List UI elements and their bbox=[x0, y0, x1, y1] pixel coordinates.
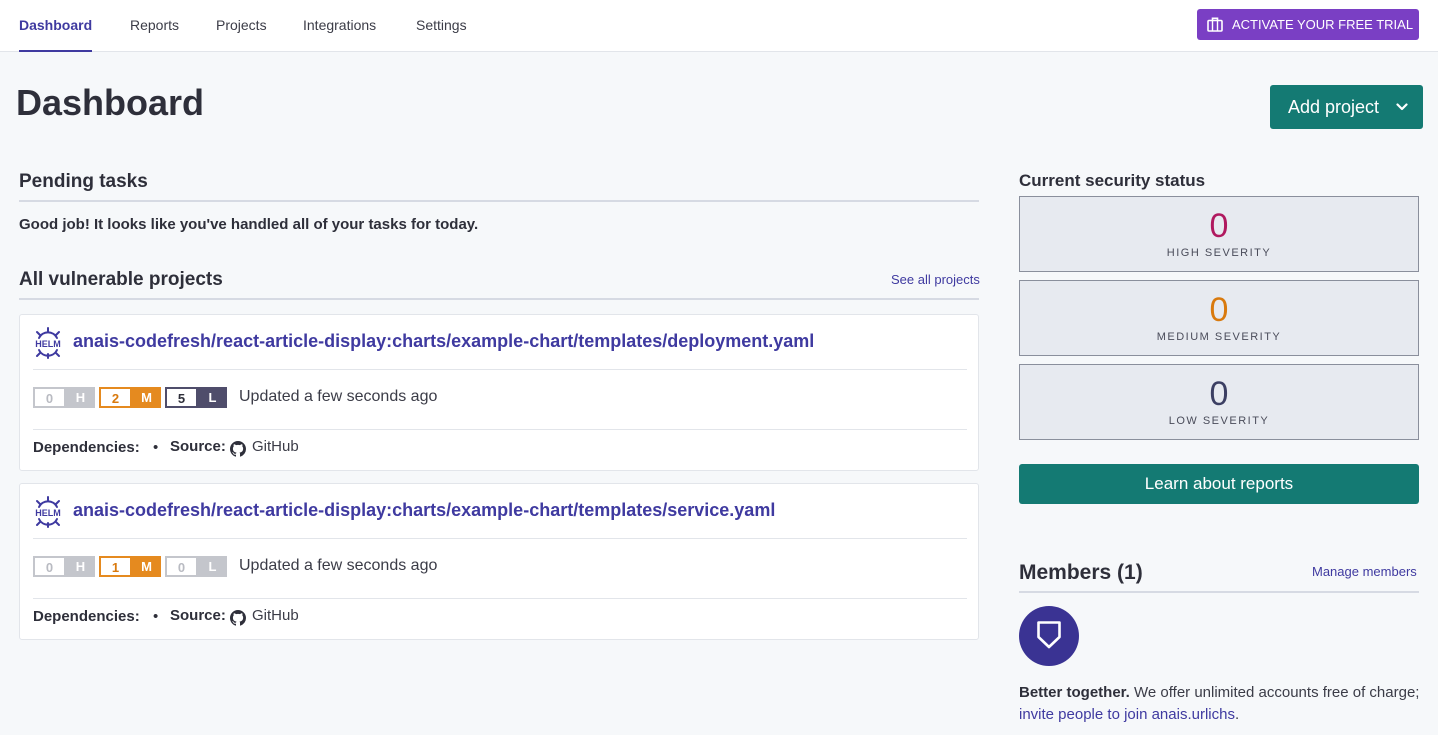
project-card: HELM anais-codefresh/react-article-displ… bbox=[19, 483, 979, 640]
card-divider bbox=[33, 429, 967, 430]
tab-integrations[interactable]: Integrations bbox=[303, 0, 376, 52]
activate-trial-label: ACTIVATE YOUR FREE TRIAL bbox=[1232, 17, 1414, 32]
medium-severity-value: 0 bbox=[1209, 291, 1229, 329]
project-link[interactable]: anais-codefresh/react-article-display:ch… bbox=[73, 331, 814, 352]
vulnerable-divider bbox=[19, 298, 979, 300]
see-all-projects-link[interactable]: See all projects bbox=[891, 272, 980, 287]
high-severity-count: 0 H bbox=[33, 387, 95, 408]
medium-count: 1 bbox=[99, 556, 132, 577]
source-value: GitHub bbox=[252, 438, 299, 455]
invite-people-link[interactable]: invite people to join anais.urlichs bbox=[1019, 706, 1235, 723]
page-title: Dashboard bbox=[16, 82, 205, 123]
github-icon bbox=[230, 610, 246, 626]
card-divider bbox=[33, 598, 967, 599]
pending-tasks-heading: Pending tasks bbox=[19, 171, 148, 192]
helm-icon: HELM bbox=[35, 327, 61, 359]
top-navigation: Dashboard Reports Projects Integrations … bbox=[0, 0, 1438, 52]
updated-timestamp: Updated a few seconds ago bbox=[239, 388, 438, 405]
medium-letter: M bbox=[132, 387, 161, 408]
avatar[interactable] bbox=[1019, 606, 1079, 666]
pending-tasks-message: Good job! It looks like you've handled a… bbox=[19, 216, 479, 233]
dependencies-label: Dependencies: bbox=[33, 439, 140, 456]
pending-divider bbox=[19, 200, 979, 202]
chevron-down-icon bbox=[1396, 103, 1408, 111]
source-label: Source: bbox=[170, 438, 226, 455]
updated-timestamp: Updated a few seconds ago bbox=[239, 557, 438, 574]
high-severity-box[interactable]: 0 HIGH SEVERITY bbox=[1019, 196, 1419, 272]
low-count: 0 bbox=[165, 556, 198, 577]
low-severity-box[interactable]: 0 LOW SEVERITY bbox=[1019, 364, 1419, 440]
medium-severity-count: 1 M bbox=[99, 556, 161, 577]
low-severity-count: 0 L bbox=[165, 556, 227, 577]
high-letter: H bbox=[66, 556, 95, 577]
high-count: 0 bbox=[33, 556, 66, 577]
high-severity-label: HIGH SEVERITY bbox=[1166, 247, 1272, 259]
medium-severity-count: 2 M bbox=[99, 387, 161, 408]
high-count: 0 bbox=[33, 387, 66, 408]
low-severity-label: LOW SEVERITY bbox=[1168, 415, 1270, 427]
dependencies-label: Dependencies: bbox=[33, 608, 140, 625]
github-icon bbox=[230, 441, 246, 457]
project-card: HELM anais-codefresh/react-article-displ… bbox=[19, 314, 979, 471]
low-letter: L bbox=[198, 387, 227, 408]
medium-severity-box[interactable]: 0 MEDIUM SEVERITY bbox=[1019, 280, 1419, 356]
tab-settings[interactable]: Settings bbox=[416, 0, 467, 52]
high-severity-count: 0 H bbox=[33, 556, 95, 577]
low-count: 5 bbox=[165, 387, 198, 408]
medium-letter: M bbox=[132, 556, 161, 577]
card-divider bbox=[33, 538, 967, 539]
project-link[interactable]: anais-codefresh/react-article-display:ch… bbox=[73, 500, 775, 521]
members-message: Better together. We offer unlimited acco… bbox=[1019, 682, 1429, 726]
helm-icon: HELM bbox=[35, 496, 61, 528]
source-label: Source: bbox=[170, 607, 226, 624]
activate-trial-button[interactable]: ACTIVATE YOUR FREE TRIAL bbox=[1197, 9, 1419, 40]
add-project-label: Add project bbox=[1288, 97, 1380, 117]
high-severity-value: 0 bbox=[1209, 207, 1229, 245]
message-end: . bbox=[1234, 706, 1240, 723]
svg-text:HELM: HELM bbox=[35, 508, 61, 518]
shield-icon bbox=[1037, 621, 1061, 649]
add-project-button[interactable]: Add project bbox=[1270, 85, 1423, 129]
tab-dashboard[interactable]: Dashboard bbox=[19, 0, 93, 52]
low-severity-value: 0 bbox=[1209, 375, 1229, 413]
low-letter: L bbox=[198, 556, 227, 577]
separator-dot: • bbox=[153, 608, 159, 625]
low-severity-count: 5 L bbox=[165, 387, 227, 408]
tab-projects[interactable]: Projects bbox=[216, 0, 267, 52]
members-heading: Members (1) bbox=[1019, 561, 1143, 584]
security-status-heading: Current security status bbox=[1019, 171, 1206, 190]
separator-dot: • bbox=[153, 439, 159, 456]
better-together-text: We offer unlimited accounts free of char… bbox=[1129, 684, 1420, 701]
briefcase-icon bbox=[1207, 17, 1223, 32]
manage-members-link[interactable]: Manage members bbox=[1312, 564, 1417, 579]
card-divider bbox=[33, 369, 967, 370]
tab-reports[interactable]: Reports bbox=[130, 0, 179, 52]
medium-severity-label: MEDIUM SEVERITY bbox=[1156, 331, 1282, 343]
members-divider bbox=[1019, 591, 1419, 593]
learn-about-reports-button[interactable]: Learn about reports bbox=[1019, 464, 1419, 504]
svg-text:HELM: HELM bbox=[35, 339, 61, 349]
vulnerable-projects-heading: All vulnerable projects bbox=[19, 269, 223, 290]
source-value: GitHub bbox=[252, 607, 299, 624]
better-together-bold: Better together. bbox=[1019, 684, 1130, 701]
high-letter: H bbox=[66, 387, 95, 408]
medium-count: 2 bbox=[99, 387, 132, 408]
